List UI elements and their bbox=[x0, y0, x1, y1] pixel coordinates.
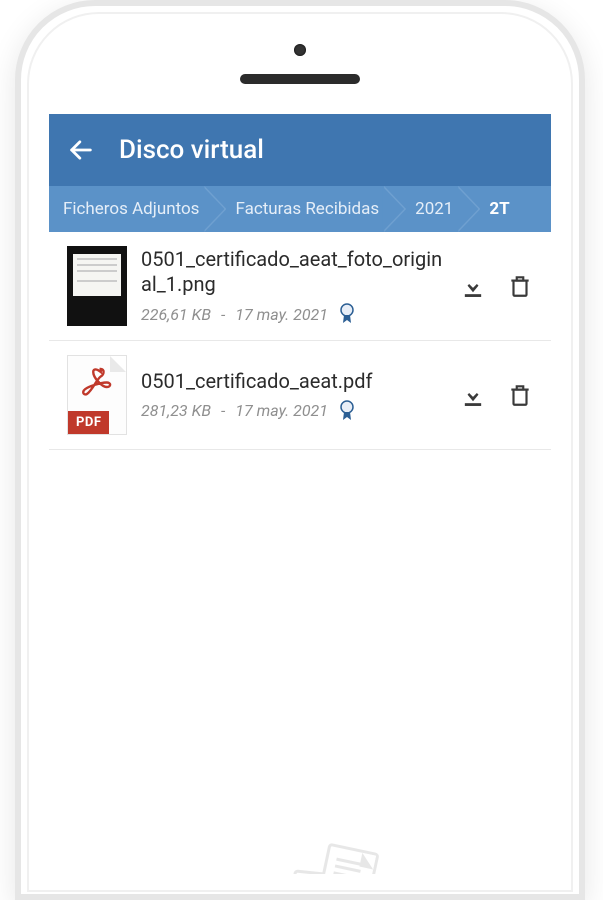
file-meta: 226,61 KB - 17 may. 2021 bbox=[141, 303, 445, 325]
file-date: 17 may. 2021 bbox=[235, 401, 328, 420]
back-button[interactable] bbox=[67, 136, 95, 164]
file-date: 17 may. 2021 bbox=[235, 305, 328, 324]
file-actions bbox=[459, 272, 533, 300]
breadcrumb-label: Ficheros Adjuntos bbox=[63, 199, 199, 219]
breadcrumb-item[interactable]: Facturas Recibidas bbox=[213, 186, 393, 232]
download-icon bbox=[459, 272, 487, 300]
download-button[interactable] bbox=[459, 381, 487, 409]
meta-separator: - bbox=[221, 305, 225, 324]
page-title: Disco virtual bbox=[119, 135, 264, 165]
file-meta: 281,23 KB - 17 may. 2021 bbox=[141, 400, 445, 422]
file-list: 0501_certificado_aeat_foto_original_1.pn… bbox=[49, 232, 551, 450]
file-name: 0501_certificado_aeat.pdf bbox=[141, 369, 445, 394]
breadcrumb-item[interactable]: Ficheros Adjuntos bbox=[49, 186, 213, 232]
background-file-icons: DF DF PT .SX IP bbox=[191, 859, 409, 874]
breadcrumb-label: 2021 bbox=[415, 199, 453, 219]
file-row[interactable]: PDF 0501_certificado_aeat.pdf 281,23 KB … bbox=[49, 341, 551, 450]
download-button[interactable] bbox=[459, 272, 487, 300]
file-name: 0501_certificado_aeat_foto_original_1.pn… bbox=[141, 247, 445, 297]
delete-button[interactable] bbox=[507, 272, 533, 300]
breadcrumb: Ficheros Adjuntos Facturas Recibidas 202… bbox=[49, 186, 551, 232]
file-size: 281,23 KB bbox=[141, 401, 211, 420]
phone-inner: Disco virtual Ficheros Adjuntos Facturas… bbox=[27, 12, 573, 892]
app-screen: Disco virtual Ficheros Adjuntos Facturas… bbox=[49, 114, 551, 874]
trash-icon bbox=[507, 381, 533, 409]
phone-camera-dot bbox=[294, 44, 306, 56]
pdf-badge: PDF bbox=[68, 411, 109, 434]
file-size: 226,61 KB bbox=[141, 305, 211, 324]
download-icon bbox=[459, 381, 487, 409]
breadcrumb-label: Facturas Recibidas bbox=[235, 199, 379, 219]
file-info: 0501_certificado_aeat_foto_original_1.pn… bbox=[141, 247, 445, 325]
delete-button[interactable] bbox=[507, 381, 533, 409]
file-thumbnail-pdf: PDF bbox=[67, 355, 127, 435]
breadcrumb-label: 2T bbox=[489, 199, 509, 219]
file-info: 0501_certificado_aeat.pdf 281,23 KB - 17… bbox=[141, 369, 445, 422]
pdf-logo-icon bbox=[79, 366, 115, 402]
arrow-left-icon bbox=[67, 136, 95, 164]
meta-separator: - bbox=[221, 401, 225, 420]
file-actions bbox=[459, 381, 533, 409]
certified-badge-icon bbox=[338, 303, 356, 325]
app-header: Disco virtual bbox=[49, 114, 551, 186]
trash-icon bbox=[507, 272, 533, 300]
certified-badge-icon bbox=[338, 400, 356, 422]
file-thumbnail-image bbox=[67, 246, 127, 326]
phone-speaker-slot bbox=[240, 74, 360, 84]
file-row[interactable]: 0501_certificado_aeat_foto_original_1.pn… bbox=[49, 232, 551, 341]
phone-frame: Disco virtual Ficheros Adjuntos Facturas… bbox=[15, 0, 585, 900]
